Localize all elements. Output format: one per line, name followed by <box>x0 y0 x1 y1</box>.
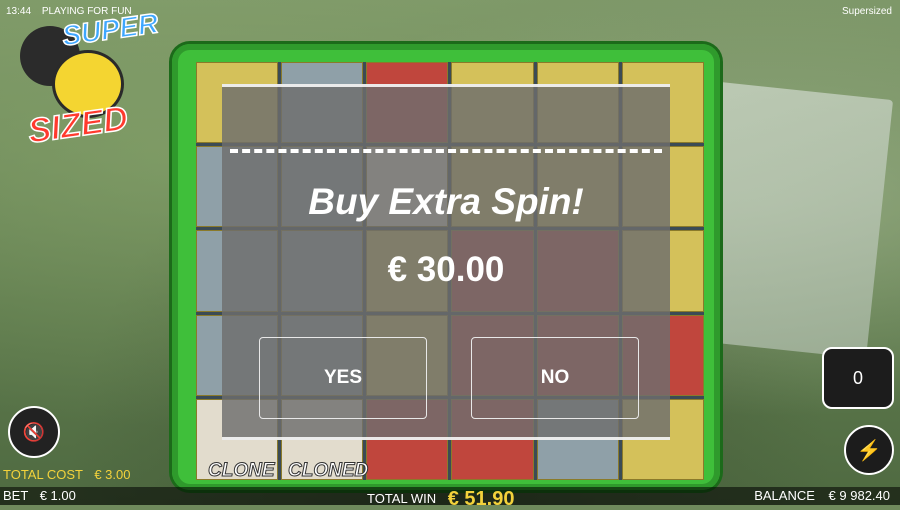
game-name: Supersized <box>841 6 892 17</box>
no-button[interactable]: NO <box>471 337 639 419</box>
clone-label: CLONE <box>208 460 275 482</box>
balance: BALANCE € 9 982.40 <box>754 488 890 503</box>
dialog-price: € 30.00 <box>387 250 505 289</box>
counter-value: 0 <box>852 367 863 388</box>
turbo-button[interactable]: ⚡ <box>844 425 894 475</box>
total-cost-value: € 3.00 <box>94 467 131 482</box>
speaker-mute-icon: 🔇 <box>22 421 46 442</box>
bet-label: BET <box>3 488 29 503</box>
total-win-value: € 51.90 <box>447 488 515 510</box>
logo-super-text: SUPER <box>59 7 161 53</box>
bet-value: € 1.00 <box>39 488 76 503</box>
total-cost-label: TOTAL COST <box>3 467 83 482</box>
dialog-title: Buy Extra Spin! <box>308 181 584 222</box>
total-cost: TOTAL COST € 3.00 <box>3 467 130 482</box>
total-win: TOTAL WIN € 51.90 <box>367 486 515 510</box>
logo-sized-text: SIZED <box>25 98 131 151</box>
balance-value: € 9 982.40 <box>828 488 890 503</box>
balance-label: BALANCE <box>754 488 815 503</box>
sound-toggle-button[interactable]: 🔇 <box>8 406 60 458</box>
yes-button[interactable]: YES <box>259 337 427 419</box>
total-win-label: TOTAL WIN <box>367 491 437 506</box>
autoplay-counter-button[interactable]: 0 <box>822 347 894 409</box>
bet: BET € 1.00 <box>3 488 76 503</box>
dialog-dashed-divider <box>230 149 662 153</box>
game-logo: SUPER SIZED <box>14 7 164 158</box>
buy-extra-spin-dialog: Buy Extra Spin! € 30.00 YES NO <box>222 84 670 440</box>
lightning-icon: ⚡ <box>856 439 882 462</box>
cloned-label: CLONED <box>287 460 369 482</box>
